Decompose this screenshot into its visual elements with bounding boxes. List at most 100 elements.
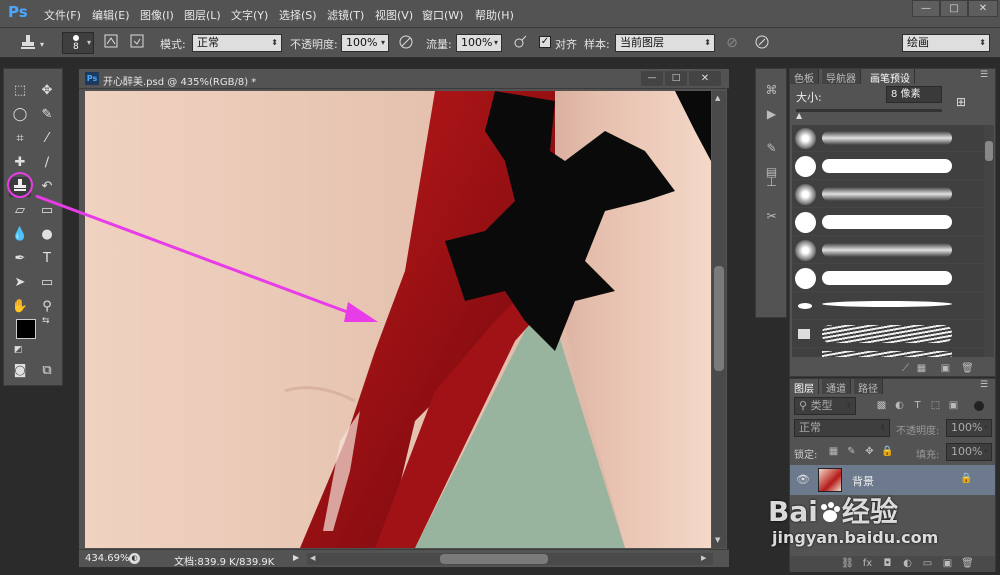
mode-dropdown[interactable]: 正常 ⬍ <box>192 34 282 52</box>
new-layer-icon[interactable]: ▣ <box>940 556 955 571</box>
eraser-tool-icon[interactable]: ▱ <box>9 201 31 221</box>
scroll-left-icon[interactable]: ◀ <box>310 554 315 562</box>
brush-preset-hard-3[interactable] <box>792 265 984 292</box>
tab-channels[interactable]: 通道 <box>822 379 851 395</box>
screen-mode-icon[interactable]: ⧉ <box>36 361 58 381</box>
add-mask-icon[interactable]: ◘ <box>880 556 895 571</box>
panel-menu-icon[interactable]: ☰ <box>980 70 988 80</box>
clone-source-panel-icon[interactable]: ⊥ <box>764 175 779 190</box>
brush-preset-tapered[interactable] <box>792 293 984 320</box>
brush-preset-bristle[interactable] <box>792 321 984 348</box>
scroll-up-icon[interactable]: ▲ <box>715 94 720 102</box>
lock-transparent-icon[interactable]: ▦ <box>826 444 841 459</box>
menu-view[interactable]: 视图(V) <box>375 7 413 23</box>
eyedropper-tool-icon[interactable]: ⁄ <box>36 129 58 149</box>
menu-edit[interactable]: 编辑(E) <box>92 7 130 23</box>
workspace-dropdown[interactable]: 绘画 ⬍ <box>902 34 990 52</box>
swap-colors-icon[interactable]: ⇆ <box>42 316 50 326</box>
brush-tool-icon[interactable]: ∕ <box>36 153 58 173</box>
type-tool-icon[interactable]: T <box>36 249 58 269</box>
vertical-scrollbar[interactable]: ▲ ▼ <box>712 91 726 548</box>
brush-preset-bristle-2[interactable] <box>792 349 984 357</box>
layer-opacity-field[interactable]: 100% ▾ <box>946 419 992 437</box>
brush-preset-hard-1[interactable] <box>792 153 984 180</box>
panel-menu-icon[interactable]: ☰ <box>980 380 988 390</box>
menu-image[interactable]: 图像(I) <box>140 7 174 23</box>
brush-preset-hard-2[interactable] <box>792 209 984 236</box>
lock-image-icon[interactable]: ✎ <box>844 444 859 459</box>
horizontal-scrollbar[interactable]: ◀ ▶ <box>307 553 713 565</box>
tool-presets-icon[interactable]: ✂ <box>764 209 779 224</box>
new-group-icon[interactable]: ▭ <box>920 556 935 571</box>
smart-object-filter-icon[interactable]: ▣ <box>946 398 961 413</box>
clone-stamp-tool-icon[interactable] <box>18 33 38 53</box>
blend-mode-dropdown[interactable]: 正常 ⬍ <box>794 419 890 437</box>
crop-tool-icon[interactable]: ⌗ <box>9 129 31 149</box>
tab-brush-presets[interactable]: 画笔预设 <box>866 69 915 85</box>
link-layers-icon[interactable]: ⛓ <box>840 556 855 571</box>
menu-type[interactable]: 文字(Y) <box>231 7 268 23</box>
move-tool-icon[interactable]: ✥ <box>36 81 58 101</box>
document-tab[interactable]: Ps 开心醉美.psd @ 435%(RGB/8) * — □ ✕ <box>79 69 729 89</box>
adjustment-filter-icon[interactable]: ◐ <box>892 398 907 413</box>
blur-tool-icon[interactable]: 💧 <box>9 225 31 245</box>
hand-tool-icon[interactable]: ✋ <box>9 297 31 317</box>
tab-navigator[interactable]: 导航器 <box>822 69 861 85</box>
menu-window[interactable]: 窗口(W) <box>422 7 463 23</box>
visibility-eye-icon[interactable]: 👁 <box>796 473 810 486</box>
brush-list-scroll-thumb[interactable] <box>985 141 993 161</box>
marquee-tool-icon[interactable]: ⬚ <box>9 81 31 101</box>
rectangle-tool-icon[interactable]: ▭ <box>36 273 58 293</box>
history-panel-icon[interactable]: ⌘ <box>764 83 779 98</box>
history-brush-tool-icon[interactable]: ↶ <box>36 177 58 197</box>
menu-filter[interactable]: 滤镜(T) <box>327 7 364 23</box>
vertical-scroll-thumb[interactable] <box>714 266 724 371</box>
gradient-tool-icon[interactable]: ▭ <box>36 201 58 221</box>
quick-select-tool-icon[interactable]: ✎ <box>36 105 58 125</box>
image-canvas[interactable] <box>85 91 711 548</box>
lock-all-icon[interactable]: 🔒 <box>880 444 895 459</box>
foreground-color-swatch[interactable] <box>16 319 36 339</box>
shape-filter-icon[interactable]: ⬚ <box>928 398 943 413</box>
brush-preset-soft-1[interactable] <box>792 125 984 152</box>
lasso-tool-icon[interactable]: ◯ <box>9 105 31 125</box>
doc-minimize-button[interactable]: — <box>641 71 663 86</box>
brush-size-slider[interactable] <box>796 109 942 112</box>
adjustment-layer-icon[interactable]: ◐ <box>900 556 915 571</box>
layer-filter-dropdown[interactable]: ⚲ 类型 ⬍ <box>794 397 856 415</box>
zoom-tool-icon[interactable]: ⚲ <box>36 297 58 317</box>
horizontal-scroll-thumb[interactable] <box>440 554 548 564</box>
brush-panel-icon[interactable]: ✎ <box>764 141 779 156</box>
layer-name[interactable]: 背景 <box>852 473 874 489</box>
default-colors-icon[interactable]: ◩ <box>14 345 23 355</box>
pen-tool-icon[interactable]: ✒ <box>9 249 31 269</box>
delete-preset-icon[interactable]: 🗑 <box>960 361 975 376</box>
brush-preset-soft-3[interactable] <box>792 237 984 264</box>
status-menu-arrow-icon[interactable]: ▶ <box>293 553 299 562</box>
doc-maximize-button[interactable]: □ <box>665 71 687 86</box>
toggle-panel-icon[interactable]: ▦ <box>914 361 929 376</box>
tab-paths[interactable]: 路径 <box>854 379 883 395</box>
dodge-tool-icon[interactable]: ● <box>36 225 58 245</box>
pressure-opacity-icon[interactable] <box>396 33 416 53</box>
minimize-button[interactable]: — <box>912 0 940 17</box>
layer-style-icon[interactable]: fx <box>860 556 875 571</box>
actions-play-icon[interactable]: ▶ <box>764 107 779 122</box>
tool-preset-chevron-icon[interactable]: ▾ <box>40 40 44 49</box>
brush-list-scrollbar[interactable] <box>984 125 994 357</box>
flow-field[interactable]: 100% ▾ <box>456 34 502 52</box>
brush-picker[interactable]: 8 ▾ <box>62 32 94 54</box>
scroll-right-icon[interactable]: ▶ <box>701 554 706 562</box>
scroll-down-icon[interactable]: ▼ <box>715 536 720 544</box>
opacity-field[interactable]: 100% ▾ <box>341 34 389 52</box>
menu-layer[interactable]: 图层(L) <box>184 7 221 23</box>
slider-handle-icon[interactable]: ▲ <box>796 111 802 120</box>
zoom-level[interactable]: 434.69% <box>85 553 130 564</box>
brush-settings-icon[interactable]: ⟋ <box>898 361 913 376</box>
fill-field[interactable]: 100% ▾ <box>946 443 992 461</box>
quick-mask-icon[interactable]: ◙ <box>9 361 31 381</box>
tab-layers[interactable]: 图层 <box>790 379 819 395</box>
aligned-checkbox[interactable]: ✓ <box>539 36 551 48</box>
new-preset-icon[interactable]: ▣ <box>938 361 953 376</box>
menu-file[interactable]: 文件(F) <box>44 7 81 23</box>
